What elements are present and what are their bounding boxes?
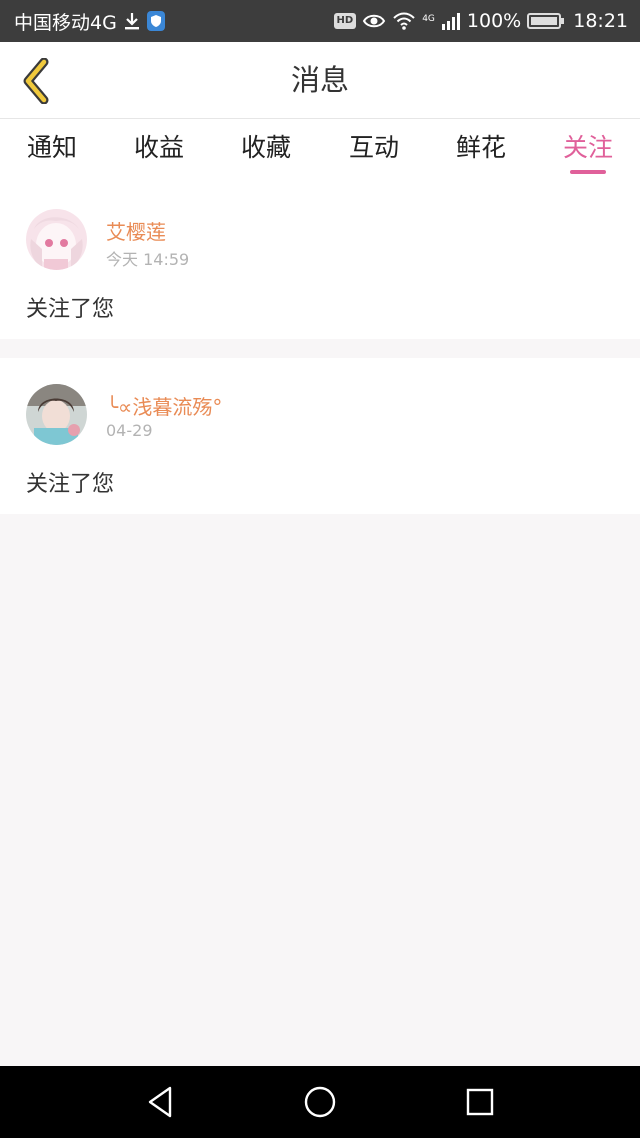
message-time: 今天 14:59 (106, 250, 190, 269)
square-recents-icon (466, 1088, 494, 1116)
tab-label: 互动 (348, 133, 400, 162)
tab-label: 鲜花 (455, 133, 507, 162)
tab-bar: 通知 收益 收藏 互动 鲜花 关注 (0, 119, 640, 183)
username[interactable]: ╰∝浅暮流殇° (106, 391, 222, 420)
wifi-icon (393, 12, 415, 30)
avatar[interactable] (26, 384, 87, 445)
tab-interactions[interactable]: 互动 (349, 119, 399, 183)
eye-icon (363, 14, 386, 28)
back-button[interactable] (12, 54, 60, 108)
tab-label: 收藏 (240, 133, 292, 162)
signal-label: 4G (422, 14, 435, 24)
clock: 18:21 (573, 10, 628, 32)
circle-home-icon (304, 1086, 336, 1118)
shield-icon (146, 11, 165, 31)
page-title: 消息 (290, 63, 349, 97)
carrier-label: 中国移动4G (14, 11, 117, 34)
active-tab-indicator (569, 170, 606, 174)
avatar[interactable] (26, 209, 87, 270)
triangle-back-icon (148, 1086, 172, 1118)
tab-favorites[interactable]: 收藏 (241, 119, 291, 183)
tab-follows[interactable]: 关注 (563, 119, 613, 183)
message-list: 艾樱莲 今天 14:59 关注了您 ╰∝浅暮流殇° 04-29 关注了您 (0, 183, 640, 514)
status-bar: 中国移动4G HD 4G 100% 18:21 (0, 0, 640, 42)
nav-home-button[interactable] (288, 1070, 352, 1134)
chevron-left-icon (23, 58, 49, 104)
tab-label: 关注 (562, 133, 614, 162)
battery-icon (527, 13, 565, 29)
title-bar: 消息 (0, 42, 640, 119)
username[interactable]: 艾樱莲 (106, 216, 166, 245)
nav-recents-button[interactable] (448, 1070, 512, 1134)
list-item[interactable]: ╰∝浅暮流殇° 04-29 关注了您 (0, 358, 640, 514)
navigation-bar (0, 1066, 640, 1138)
message-text: 关注了您 (26, 297, 115, 322)
hd-badge: HD (333, 13, 357, 29)
signal-icon (441, 13, 460, 30)
message-text: 关注了您 (26, 472, 115, 497)
tab-label: 通知 (26, 133, 78, 162)
tab-notifications[interactable]: 通知 (27, 119, 77, 183)
tab-earnings[interactable]: 收益 (134, 119, 184, 183)
status-bar-right: HD 4G 100% 18:21 (333, 10, 628, 32)
battery-percent: 100% (466, 10, 522, 32)
message-time: 04-29 (106, 421, 153, 440)
tab-label: 收益 (133, 133, 185, 162)
tab-flowers[interactable]: 鲜花 (456, 119, 506, 183)
download-icon (124, 13, 139, 30)
nav-back-button[interactable] (128, 1070, 192, 1134)
status-bar-left: 中国移动4G (14, 8, 165, 35)
list-item[interactable]: 艾樱莲 今天 14:59 关注了您 (0, 183, 640, 339)
